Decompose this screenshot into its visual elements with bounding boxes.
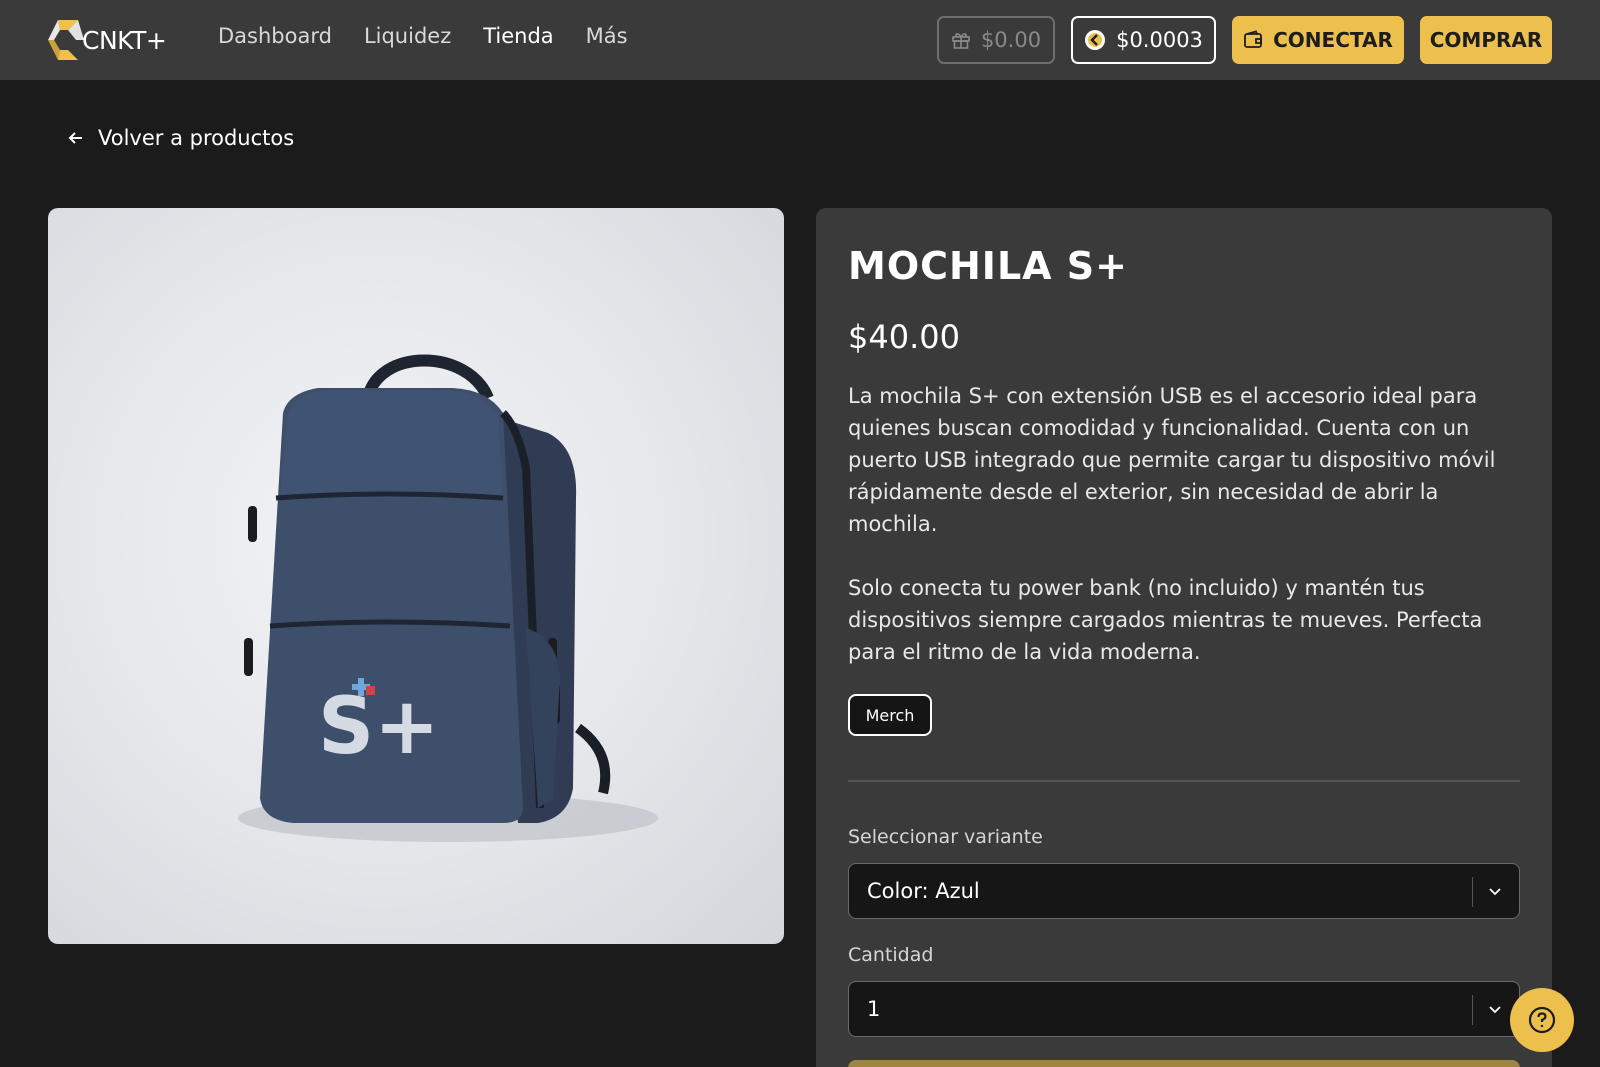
product-image: S+ xyxy=(48,208,784,944)
connect-wallet-button[interactable]: CONECTAR xyxy=(1232,16,1404,64)
arrow-left-icon xyxy=(68,132,82,144)
gift-balance-value: $0.00 xyxy=(980,28,1042,52)
logo-text: CNKT+ xyxy=(82,25,167,55)
variant-select-value: Color: Azul xyxy=(867,879,980,903)
product-description-2: Solo conecta tu power bank (no incluido)… xyxy=(848,576,1483,664)
product-info-card: MOCHILA S+ $40.00 La mochila S+ con exte… xyxy=(816,208,1552,1067)
wallet-icon xyxy=(1244,30,1263,48)
add-to-cart-button[interactable] xyxy=(848,1060,1520,1067)
nav-item-dashboard[interactable]: Dashboard xyxy=(218,24,332,48)
logo-mark-icon xyxy=(48,20,84,60)
product-title: MOCHILA S+ xyxy=(848,244,1129,288)
product-price: $40.00 xyxy=(848,318,960,356)
help-icon xyxy=(1528,1006,1556,1034)
connect-label: CONECTAR xyxy=(1273,28,1393,52)
back-label: Volver a productos xyxy=(98,126,295,150)
brand-logo[interactable]: CNKT+ xyxy=(48,20,167,60)
quantity-select-value: 1 xyxy=(867,997,881,1021)
help-button[interactable] xyxy=(1510,988,1574,1052)
select-separator xyxy=(1472,877,1473,907)
category-tag[interactable]: Merch xyxy=(848,694,932,736)
backpack-logo-text: S+ xyxy=(318,682,440,772)
quantity-label: Cantidad xyxy=(848,944,934,966)
nav-item-mas[interactable]: Más xyxy=(586,24,628,48)
quantity-select[interactable]: 1 xyxy=(848,981,1520,1037)
chevron-down-icon xyxy=(1489,1006,1501,1014)
nav-item-liquidez[interactable]: Liquidez xyxy=(364,24,451,48)
buy-button[interactable]: COMPRAR xyxy=(1420,16,1552,64)
buy-label: COMPRAR xyxy=(1429,28,1543,52)
divider xyxy=(848,780,1520,782)
back-to-products-link[interactable]: Volver a productos xyxy=(66,126,294,150)
product-description-1: La mochila S+ con extensión USB es el ac… xyxy=(848,384,1496,536)
variant-select[interactable]: Color: Azul xyxy=(848,863,1520,919)
top-navigation-bar: CNKT+ Dashboard Liquidez Tienda Más $0.0… xyxy=(0,0,1600,80)
nav-item-tienda[interactable]: Tienda xyxy=(483,24,553,48)
token-balance-button[interactable]: $0.0003 xyxy=(1071,16,1216,64)
variant-label: Seleccionar variante xyxy=(848,826,1043,848)
chevron-down-icon xyxy=(1489,888,1501,896)
coin-icon xyxy=(1085,30,1106,50)
select-separator xyxy=(1472,995,1473,1025)
backpack-illustration: S+ xyxy=(238,354,658,842)
gift-icon xyxy=(952,33,970,49)
token-balance-value: $0.0003 xyxy=(1116,28,1203,52)
main-nav: Dashboard Liquidez Tienda Más xyxy=(218,24,628,48)
gift-balance-button[interactable]: $0.00 xyxy=(937,16,1055,64)
